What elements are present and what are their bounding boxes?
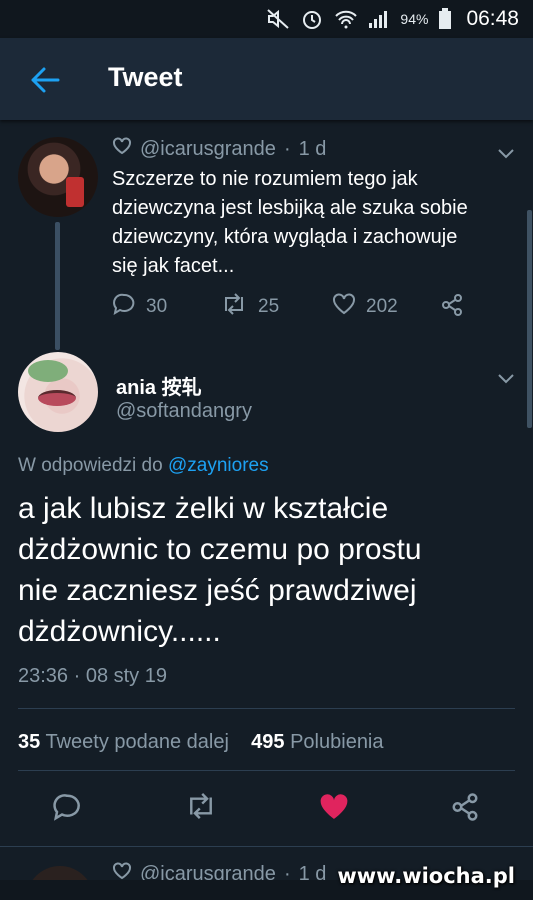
heart-icon	[332, 293, 356, 321]
clock: 06:48	[466, 7, 519, 30]
chevron-down-icon[interactable]	[498, 371, 514, 384]
chevron-down-icon[interactable]	[498, 146, 514, 159]
battery-percent: 94%	[400, 11, 429, 27]
likes-label[interactable]: Polubienia	[290, 731, 383, 753]
reply-count: 30	[146, 296, 168, 317]
reply-icon	[112, 293, 136, 321]
battery-icon	[438, 8, 452, 30]
page-title: Tweet	[108, 62, 183, 92]
arrow-left-icon[interactable]	[30, 66, 60, 94]
divider	[18, 770, 515, 771]
wifi-icon	[334, 8, 358, 30]
status-bar: 94% 06:48	[0, 0, 533, 38]
retweet-icon[interactable]	[184, 792, 218, 825]
tweet-timestamp: 23:36 · 08 sty 19	[18, 665, 167, 687]
watermark: www.wiocha.pl	[337, 864, 515, 888]
tweet-meta: @icarusgrande · 1 d	[112, 137, 326, 161]
like-button[interactable]: 202	[332, 293, 398, 321]
reply-icon[interactable]	[52, 792, 82, 827]
retweets-count[interactable]: 35	[18, 731, 40, 753]
tweet-handle[interactable]: @icarusgrande	[140, 138, 276, 161]
mute-icon	[266, 8, 290, 30]
dot-separator: ·	[283, 137, 291, 160]
reply-prefix: W odpowiedzi do	[18, 455, 163, 476]
divider	[18, 708, 515, 709]
avatar[interactable]	[18, 352, 98, 432]
signal-icon	[368, 9, 390, 29]
engagement-stats: 35 Tweety podane dalej 495 Polubienia	[18, 731, 384, 754]
tweet-text: a jak lubisz żelki w kształcie dżdżownic…	[18, 492, 422, 648]
likes-count[interactable]: 495	[251, 731, 284, 753]
app-bar: Tweet	[0, 38, 533, 120]
reply-mention-link[interactable]: @zayniores	[168, 455, 269, 476]
scrollbar[interactable]	[527, 210, 532, 428]
share-icon[interactable]	[450, 792, 480, 827]
retweet-button[interactable]: 25	[220, 293, 279, 321]
retweets-label[interactable]: Tweety podane dalej	[45, 731, 228, 753]
tweet-actions	[0, 792, 533, 828]
heart-outline-icon	[112, 137, 132, 161]
share-icon	[440, 293, 464, 323]
author-name[interactable]: ania 按轧	[116, 371, 202, 400]
author-handle[interactable]: @softandangry	[116, 400, 252, 423]
retweet-icon	[220, 293, 248, 321]
thread-connector	[55, 222, 60, 350]
retweet-count: 25	[258, 296, 280, 317]
alarm-icon	[300, 8, 324, 30]
tweet-text: Szczerze to nie rozumiem tego jak dziewc…	[112, 168, 468, 277]
reply-button[interactable]: 30	[112, 293, 167, 321]
like-count: 202	[366, 296, 398, 317]
reply-context: W odpowiedzi do @zayniores	[18, 455, 269, 477]
tweet-age: 1 d	[298, 137, 327, 160]
share-button[interactable]	[440, 293, 464, 323]
avatar[interactable]	[18, 137, 98, 217]
heart-filled-icon[interactable]	[318, 792, 350, 827]
